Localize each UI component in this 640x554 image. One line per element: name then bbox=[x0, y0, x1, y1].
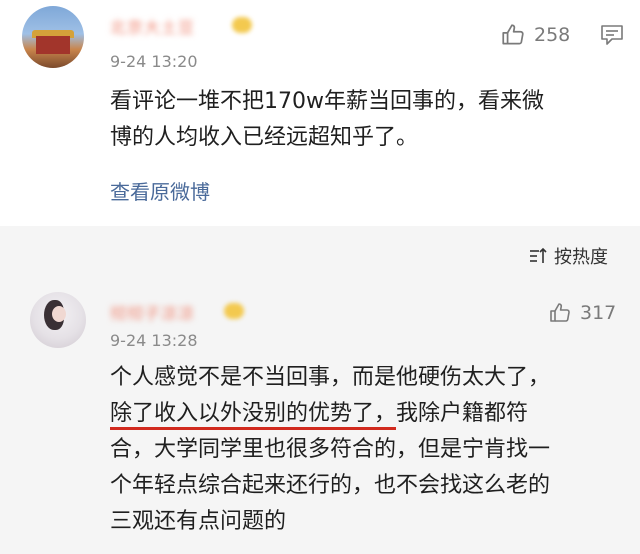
comment-button[interactable] bbox=[600, 24, 624, 50]
username[interactable]: 北京大土豆 bbox=[110, 14, 195, 38]
like-count: 258 bbox=[534, 24, 571, 46]
comment-line: 博的人均收入已经远超知乎了。 bbox=[110, 125, 419, 150]
avatar[interactable] bbox=[22, 6, 84, 68]
avatar[interactable] bbox=[30, 292, 86, 348]
comment-line: 三观还有点问题的 bbox=[110, 509, 287, 534]
comment-text: 看评论一堆不把170w年薪当回事的，看来微 博的人均收入已经远超知乎了。 bbox=[110, 84, 630, 156]
sort-label: 按热度 bbox=[554, 247, 608, 268]
like-button[interactable]: 258 bbox=[500, 22, 570, 48]
comment-icon bbox=[601, 25, 623, 45]
thumbs-up-icon bbox=[550, 303, 570, 322]
comment-line: 个人感觉不是不当回事，而是他硬伤太大了， bbox=[110, 365, 551, 390]
comment-line: 除了收入以外没别的优势了，我除户籍都符 bbox=[110, 396, 630, 432]
user-badge bbox=[232, 17, 252, 33]
sort-button[interactable]: 按热度 bbox=[528, 243, 608, 269]
user-badge bbox=[224, 303, 244, 319]
view-original-link[interactable]: 查看原微博 bbox=[110, 176, 210, 205]
like-button[interactable]: 317 bbox=[548, 301, 616, 325]
timestamp: 9-24 13:20 bbox=[110, 52, 198, 71]
like-count: 317 bbox=[580, 302, 617, 324]
thumbs-up-icon bbox=[502, 24, 524, 45]
timestamp: 9-24 13:28 bbox=[110, 331, 198, 350]
comment-text-rest: 我除户籍都符 bbox=[396, 401, 529, 426]
comment-line: 合，大学同学里也很多符合的，但是宁肯找一 bbox=[110, 437, 551, 462]
sort-icon bbox=[530, 247, 547, 263]
comment-text: 个人感觉不是不当回事，而是他硬伤太大了， 除了收入以外没别的优势了，我除户籍都符… bbox=[110, 360, 630, 540]
comment-line: 个年轻点综合起来还行的，也不会找这么老的 bbox=[110, 473, 551, 498]
comment-line: 看评论一堆不把170w年薪当回事的，看来微 bbox=[110, 89, 544, 114]
highlighted-text: 除了收入以外没别的优势了， bbox=[110, 401, 397, 430]
username[interactable]: 彻彻子凉凉 bbox=[110, 300, 195, 324]
